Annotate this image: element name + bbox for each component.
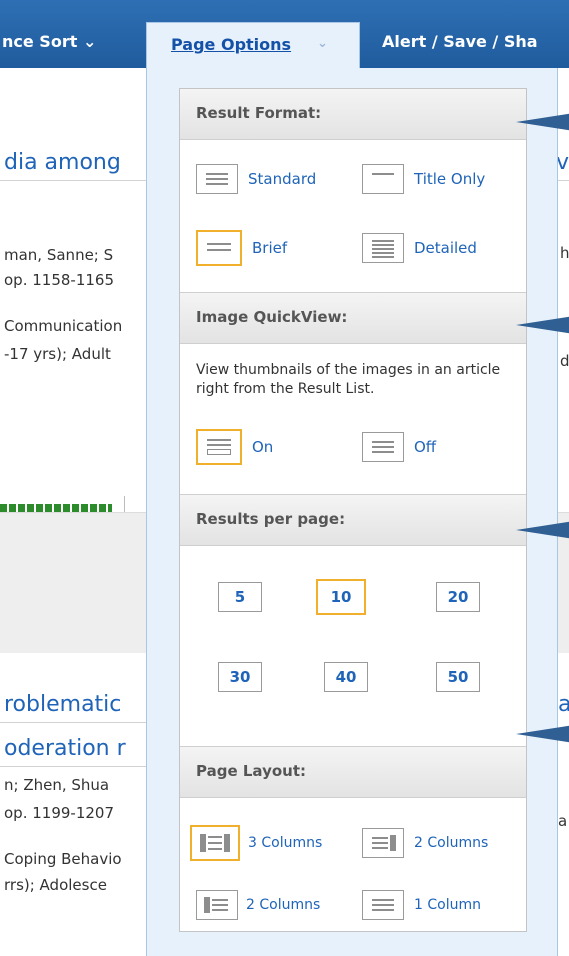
page-options-tab[interactable]: Page Options ⌄ xyxy=(146,22,360,69)
detailed-format-icon xyxy=(362,233,404,263)
image-quickview-heading: Image QuickView: xyxy=(180,292,526,344)
result-title-fragment[interactable]: a xyxy=(558,692,569,717)
section-heading: Image QuickView: xyxy=(196,308,348,326)
thumbnail-view-icon xyxy=(196,429,242,465)
option-label: 3 Columns xyxy=(248,835,323,851)
title-underline xyxy=(0,180,146,181)
one-column-layout-icon xyxy=(362,890,404,920)
sort-menu-label: nce Sort xyxy=(2,32,78,51)
section-heading: Page Layout: xyxy=(196,762,306,780)
result-authors: n; Zhen, Shua xyxy=(4,776,110,794)
results-per-page-5[interactable]: 5 xyxy=(218,582,262,612)
chevron-down-icon: ⌄ xyxy=(82,32,97,51)
chevron-down-icon: ⌄ xyxy=(317,36,328,51)
sort-menu-button[interactable]: nce Sort ⌄ xyxy=(2,32,96,51)
result-authors: man, Sanne; S xyxy=(4,246,114,264)
result-title[interactable]: oderation r xyxy=(4,736,126,761)
result-format-heading: Result Format: xyxy=(180,89,526,140)
results-per-page-10[interactable]: 10 xyxy=(316,579,366,615)
format-title-only-option[interactable]: Title Only xyxy=(362,164,485,194)
option-label: Detailed xyxy=(414,239,477,257)
result-text-fragment: h xyxy=(560,244,569,262)
quickview-off-option[interactable]: Off xyxy=(362,432,436,462)
format-detailed-option[interactable]: Detailed xyxy=(362,233,477,263)
section-heading: Result Format: xyxy=(196,104,322,122)
option-label: Standard xyxy=(248,170,317,188)
title-underline xyxy=(0,766,146,767)
option-label: 2 Columns xyxy=(414,835,489,851)
page-options-label: Page Options xyxy=(171,35,292,54)
standard-format-icon xyxy=(196,164,238,194)
callout-arrow-icon xyxy=(516,316,569,334)
section-heading: Results per page: xyxy=(196,510,346,528)
results-per-page-40[interactable]: 40 xyxy=(324,662,368,692)
option-label: Brief xyxy=(252,239,288,257)
layout-2-columns-left-option[interactable]: 2 Columns xyxy=(196,890,320,920)
quickview-description: View thumbnails of the images in an arti… xyxy=(196,362,501,397)
callout-arrow-icon xyxy=(516,521,569,539)
format-brief-option[interactable]: Brief xyxy=(196,230,287,266)
option-label: Title Only xyxy=(414,170,486,188)
two-column-right-layout-icon xyxy=(362,828,404,858)
page-options-dropdown: Result Format: Standard Title Only Brief… xyxy=(146,68,558,956)
result-pages: op. 1158-1165 xyxy=(4,271,114,289)
quickview-on-option[interactable]: On xyxy=(196,429,273,465)
page-options-box: Result Format: Standard Title Only Brief… xyxy=(179,88,527,932)
result-text-fragment: d xyxy=(560,352,569,370)
result-title[interactable]: dia among xyxy=(4,150,121,175)
layout-3-columns-option[interactable]: 3 Columns xyxy=(190,825,322,861)
callout-arrow-icon xyxy=(516,725,569,743)
results-per-page-50[interactable]: 50 xyxy=(436,662,480,692)
option-label: 2 Columns xyxy=(246,897,321,913)
brief-format-icon xyxy=(196,230,242,266)
three-column-layout-icon xyxy=(190,825,240,861)
format-standard-option[interactable]: Standard xyxy=(196,164,316,194)
result-pages: op. 1199-1207 xyxy=(4,804,114,822)
result-text-fragment: a xyxy=(558,812,568,830)
option-label: Off xyxy=(414,438,437,456)
results-per-page-30[interactable]: 30 xyxy=(218,662,262,692)
layout-1-column-option[interactable]: 1 Column xyxy=(362,890,481,920)
title-underline xyxy=(0,722,146,723)
alert-save-share-menu[interactable]: Alert / Save / Sha xyxy=(382,32,538,51)
two-column-left-layout-icon xyxy=(196,890,238,920)
result-subjects: Communication xyxy=(4,317,123,335)
page-layout-heading: Page Layout: xyxy=(180,746,526,798)
option-label: 1 Column xyxy=(414,897,481,913)
callout-arrow-icon xyxy=(516,113,569,131)
result-subjects: rrs); Adolesce xyxy=(4,876,107,894)
title-only-format-icon xyxy=(362,164,404,194)
option-label: On xyxy=(252,438,274,456)
result-subjects: -17 yrs); Adult xyxy=(4,345,111,363)
result-subjects: Coping Behavio xyxy=(4,850,122,868)
results-per-page-heading: Results per page: xyxy=(180,494,526,546)
layout-2-columns-right-option[interactable]: 2 Columns xyxy=(362,828,488,858)
result-title[interactable]: roblematic xyxy=(4,692,121,717)
no-thumbnail-icon xyxy=(362,432,404,462)
results-per-page-20[interactable]: 20 xyxy=(436,582,480,612)
